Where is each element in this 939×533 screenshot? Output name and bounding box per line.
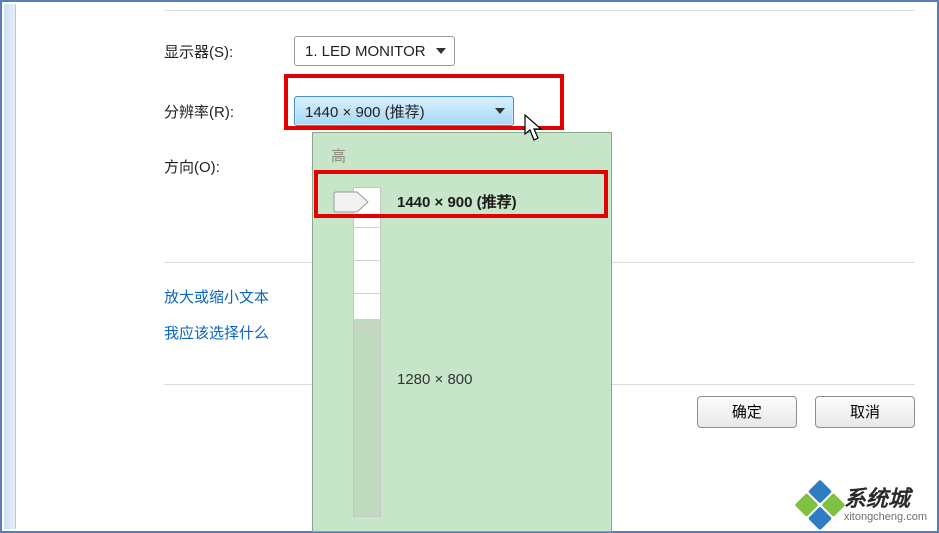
chevron-down-icon [495, 108, 505, 114]
watermark: 系统城 xitongcheng.com [802, 487, 927, 523]
display-value: 1. LED MONITOR [305, 43, 426, 60]
display-row: 显示器(S): 1. LED MONITOR [164, 36, 455, 66]
link-zoom-text[interactable]: 放大或缩小文本 [164, 280, 269, 316]
resolution-slider-thumb[interactable] [333, 191, 369, 213]
window-content: 显示器(S): 1. LED MONITOR 分辨率(R): 1440 × 90… [16, 4, 935, 529]
resolution-dropdown[interactable]: 1440 × 900 (推荐) [294, 96, 514, 126]
display-label: 显示器(S): [164, 41, 294, 62]
resolution-label: 分辨率(R): [164, 101, 294, 122]
watermark-logo-icon [794, 479, 845, 530]
resolution-slider-track[interactable] [353, 187, 381, 517]
resolution-value: 1440 × 900 (推荐) [305, 101, 425, 122]
divider [164, 10, 915, 11]
button-bar: 确定 取消 [683, 396, 915, 428]
link-which-resolution[interactable]: 我应该选择什么 [164, 316, 269, 352]
watermark-title: 系统城 [844, 487, 927, 511]
window-left-border [4, 4, 16, 529]
cancel-button[interactable]: 取消 [815, 396, 915, 428]
resolution-option-mid[interactable]: 1280 × 800 [397, 371, 473, 388]
resolution-option-recommended[interactable]: 1440 × 900 (推荐) [397, 191, 517, 212]
slider-top-label: 高 [331, 145, 346, 166]
chevron-down-icon [436, 48, 446, 54]
orientation-row: 方向(O): [164, 156, 294, 177]
watermark-url: xitongcheng.com [844, 511, 927, 523]
resolution-row: 分辨率(R): 1440 × 900 (推荐) [164, 96, 514, 126]
orientation-label: 方向(O): [164, 156, 294, 177]
resolution-slider-panel[interactable]: 高 1440 × 900 (推荐) 1280 × 800 [312, 132, 612, 532]
links-block: 放大或缩小文本 我应该选择什么 [164, 280, 269, 352]
window-frame: 显示器(S): 1. LED MONITOR 分辨率(R): 1440 × 90… [0, 0, 939, 533]
watermark-text: 系统城 xitongcheng.com [844, 487, 927, 523]
ok-button[interactable]: 确定 [697, 396, 797, 428]
mouse-cursor-icon [524, 114, 546, 142]
display-dropdown[interactable]: 1. LED MONITOR [294, 36, 455, 66]
